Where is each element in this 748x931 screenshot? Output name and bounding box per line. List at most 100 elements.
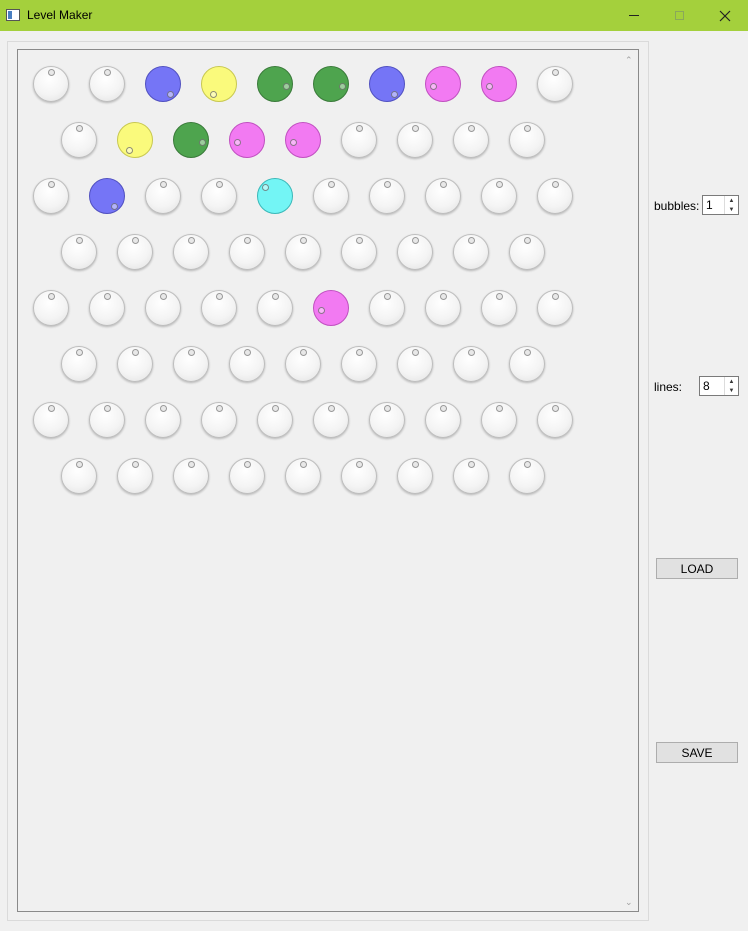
bubbles-spinbox[interactable]: 1 ▲ ▼ xyxy=(702,195,739,215)
empty-bubble-slot[interactable] xyxy=(201,290,237,326)
empty-bubble-slot[interactable] xyxy=(173,234,209,270)
bubble-highlight-dot xyxy=(524,349,531,356)
lines-value[interactable]: 8 xyxy=(703,379,710,393)
empty-bubble-slot[interactable] xyxy=(537,66,573,102)
empty-bubble-slot[interactable] xyxy=(229,234,265,270)
empty-bubble-slot[interactable] xyxy=(229,458,265,494)
empty-bubble-slot[interactable] xyxy=(33,66,69,102)
empty-bubble-slot[interactable] xyxy=(537,402,573,438)
empty-bubble-slot[interactable] xyxy=(397,458,433,494)
pink-bubble[interactable] xyxy=(481,66,517,102)
empty-bubble-slot[interactable] xyxy=(285,234,321,270)
empty-bubble-slot[interactable] xyxy=(509,234,545,270)
empty-bubble-slot[interactable] xyxy=(285,458,321,494)
spin-down-arrow-icon[interactable]: ▼ xyxy=(725,205,738,214)
empty-bubble-slot[interactable] xyxy=(397,234,433,270)
empty-bubble-slot[interactable] xyxy=(201,178,237,214)
empty-bubble-slot[interactable] xyxy=(425,178,461,214)
empty-bubble-slot[interactable] xyxy=(537,290,573,326)
empty-bubble-slot[interactable] xyxy=(453,234,489,270)
empty-bubble-slot[interactable] xyxy=(89,290,125,326)
empty-bubble-slot[interactable] xyxy=(173,458,209,494)
empty-bubble-slot[interactable] xyxy=(481,178,517,214)
empty-bubble-slot[interactable] xyxy=(89,402,125,438)
vertical-scrollbar[interactable]: ⌃ ⌄ xyxy=(621,50,638,911)
lines-spinbox[interactable]: 8 ▲ ▼ xyxy=(699,376,739,396)
empty-bubble-slot[interactable] xyxy=(509,458,545,494)
empty-bubble-slot[interactable] xyxy=(61,458,97,494)
empty-bubble-slot[interactable] xyxy=(285,346,321,382)
empty-bubble-slot[interactable] xyxy=(61,234,97,270)
minimize-button[interactable] xyxy=(611,0,657,31)
empty-bubble-slot[interactable] xyxy=(397,122,433,158)
empty-bubble-slot[interactable] xyxy=(397,346,433,382)
green-bubble[interactable] xyxy=(173,122,209,158)
empty-bubble-slot[interactable] xyxy=(537,178,573,214)
spin-up-arrow-icon[interactable]: ▲ xyxy=(725,196,738,205)
empty-bubble-slot[interactable] xyxy=(341,122,377,158)
empty-bubble-slot[interactable] xyxy=(61,346,97,382)
empty-bubble-slot[interactable] xyxy=(117,458,153,494)
empty-bubble-slot[interactable] xyxy=(481,402,517,438)
bubble-highlight-dot xyxy=(234,139,241,146)
empty-bubble-slot[interactable] xyxy=(229,346,265,382)
empty-bubble-slot[interactable] xyxy=(313,178,349,214)
scroll-up-arrow-icon[interactable]: ⌃ xyxy=(625,55,633,65)
empty-bubble-slot[interactable] xyxy=(341,458,377,494)
empty-bubble-slot[interactable] xyxy=(117,234,153,270)
empty-bubble-slot[interactable] xyxy=(173,346,209,382)
empty-bubble-slot[interactable] xyxy=(257,290,293,326)
empty-bubble-slot[interactable] xyxy=(89,66,125,102)
empty-bubble-slot[interactable] xyxy=(117,346,153,382)
empty-bubble-slot[interactable] xyxy=(145,290,181,326)
bubble-highlight-dot xyxy=(244,237,251,244)
empty-bubble-slot[interactable] xyxy=(33,402,69,438)
empty-bubble-slot[interactable] xyxy=(509,122,545,158)
maximize-button[interactable] xyxy=(656,0,702,31)
bubble-highlight-dot xyxy=(552,293,559,300)
empty-bubble-slot[interactable] xyxy=(453,458,489,494)
empty-bubble-slot[interactable] xyxy=(33,290,69,326)
empty-bubble-slot[interactable] xyxy=(425,290,461,326)
cyan-bubble[interactable] xyxy=(257,178,293,214)
pink-bubble[interactable] xyxy=(229,122,265,158)
empty-bubble-slot[interactable] xyxy=(257,402,293,438)
empty-bubble-slot[interactable] xyxy=(201,402,237,438)
yellow-bubble[interactable] xyxy=(201,66,237,102)
empty-bubble-slot[interactable] xyxy=(341,234,377,270)
empty-bubble-slot[interactable] xyxy=(369,290,405,326)
yellow-bubble[interactable] xyxy=(117,122,153,158)
green-bubble[interactable] xyxy=(313,66,349,102)
empty-bubble-slot[interactable] xyxy=(509,346,545,382)
pink-bubble[interactable] xyxy=(425,66,461,102)
empty-bubble-slot[interactable] xyxy=(481,290,517,326)
empty-bubble-slot[interactable] xyxy=(453,122,489,158)
pink-bubble[interactable] xyxy=(313,290,349,326)
blue-bubble[interactable] xyxy=(145,66,181,102)
bubbles-value[interactable]: 1 xyxy=(706,198,713,212)
empty-bubble-slot[interactable] xyxy=(33,178,69,214)
spin-up-arrow-icon[interactable]: ▲ xyxy=(725,377,738,386)
bubble-highlight-dot xyxy=(104,69,111,76)
scroll-down-arrow-icon[interactable]: ⌄ xyxy=(625,897,633,907)
empty-bubble-slot[interactable] xyxy=(145,178,181,214)
empty-bubble-slot[interactable] xyxy=(313,402,349,438)
bubble-highlight-dot xyxy=(160,181,167,188)
load-button[interactable]: LOAD xyxy=(656,558,738,579)
empty-bubble-slot[interactable] xyxy=(145,402,181,438)
empty-bubble-slot[interactable] xyxy=(341,346,377,382)
empty-bubble-slot[interactable] xyxy=(369,178,405,214)
blue-bubble[interactable] xyxy=(89,178,125,214)
empty-bubble-slot[interactable] xyxy=(369,402,405,438)
save-button[interactable]: SAVE xyxy=(656,742,738,763)
green-bubble[interactable] xyxy=(257,66,293,102)
empty-bubble-slot[interactable] xyxy=(453,346,489,382)
bubble-highlight-dot xyxy=(440,405,447,412)
empty-bubble-slot[interactable] xyxy=(425,402,461,438)
empty-bubble-slot[interactable] xyxy=(61,122,97,158)
pink-bubble[interactable] xyxy=(285,122,321,158)
close-button[interactable] xyxy=(702,0,748,31)
bubble-highlight-dot xyxy=(188,461,195,468)
blue-bubble[interactable] xyxy=(369,66,405,102)
spin-down-arrow-icon[interactable]: ▼ xyxy=(725,386,738,395)
